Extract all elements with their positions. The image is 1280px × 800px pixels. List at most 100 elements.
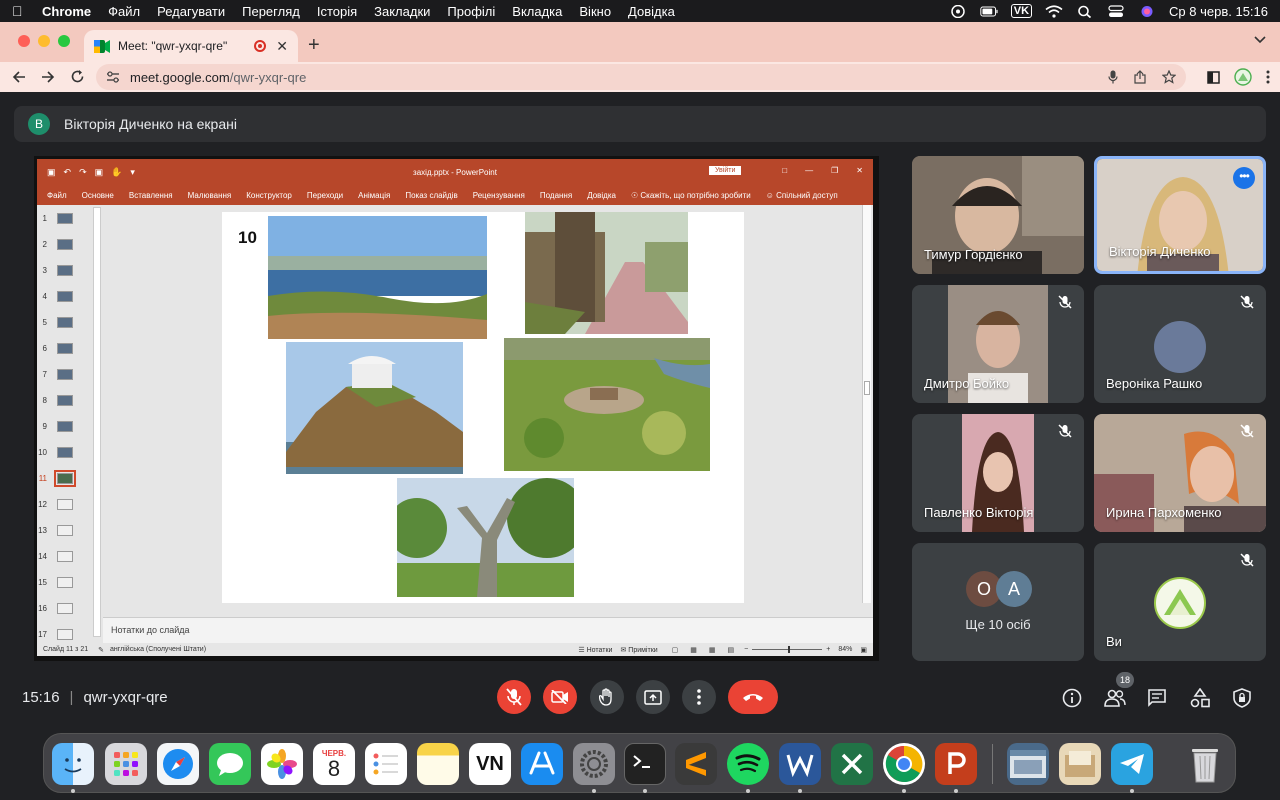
menu-history[interactable]: Історія <box>317 4 357 19</box>
notification-status-icon[interactable] <box>949 4 967 18</box>
slide-thumbnail[interactable]: 16 <box>37 595 93 621</box>
normal-view-icon[interactable]: ▢ <box>672 646 679 654</box>
word-icon[interactable] <box>779 743 821 785</box>
spell-check-icon[interactable]: ✎ <box>98 646 104 654</box>
tab-close-icon[interactable]: ✕ <box>276 38 288 55</box>
slide-photo-rotunda[interactable] <box>286 342 463 474</box>
vn-editor-icon[interactable]: VN <box>469 743 511 785</box>
slide-photo-river[interactable] <box>268 216 487 339</box>
ppt-close-icon[interactable]: ✕ <box>856 166 863 175</box>
slide-scrollbar[interactable] <box>862 205 871 603</box>
current-slide[interactable]: 10 <box>222 212 744 603</box>
calendar-icon[interactable]: ЧЕРВ. 8 <box>313 743 355 785</box>
slide-thumbnail[interactable]: 9 <box>37 413 93 439</box>
more-options-button[interactable] <box>682 680 716 714</box>
trash-icon[interactable] <box>1184 743 1226 785</box>
participant-tile-2[interactable]: ••• Вікторія Диченко <box>1094 156 1266 274</box>
window-minimize-button[interactable] <box>38 35 50 47</box>
leave-call-button[interactable] <box>728 680 778 714</box>
sublime-text-icon[interactable] <box>675 743 717 785</box>
spotify-icon[interactable] <box>727 743 769 785</box>
notes-app-icon[interactable] <box>417 743 459 785</box>
menu-file[interactable]: Файл <box>108 4 140 19</box>
zoom-in-icon[interactable]: + <box>826 646 830 653</box>
status-comments-button[interactable]: ✉ Примітки <box>620 646 657 654</box>
chrome-icon[interactable] <box>883 743 925 785</box>
reload-icon[interactable] <box>70 69 85 84</box>
slide-sorter-view-icon[interactable]: ▦ <box>690 646 697 654</box>
slide-thumbnail[interactable]: 6 <box>37 335 93 361</box>
control-center-icon[interactable] <box>1107 4 1125 18</box>
vk-status-icon[interactable]: VK <box>1010 4 1033 18</box>
telegram-icon[interactable] <box>1111 743 1153 785</box>
finder-icon[interactable] <box>52 743 94 785</box>
activities-button[interactable] <box>1188 686 1212 710</box>
zoom-slider[interactable] <box>752 646 823 653</box>
menu-help[interactable]: Довідка <box>628 4 675 19</box>
ppt-minimize-icon[interactable]: — <box>805 166 813 175</box>
ppt-tab-help[interactable]: Довідка <box>587 191 616 200</box>
siri-icon[interactable] <box>1138 5 1156 18</box>
menu-profiles[interactable]: Профілі <box>447 4 495 19</box>
participant-tile-others[interactable]: О А Ще 10 осіб <box>912 543 1084 661</box>
slide-thumbnail[interactable]: 2 <box>37 231 93 257</box>
system-preferences-icon[interactable] <box>573 743 615 785</box>
participant-tile-self[interactable]: Ви <box>1094 543 1266 661</box>
participant-tile-3[interactable]: Дмитро Бойко <box>912 285 1084 403</box>
recent-window-1-icon[interactable] <box>1007 743 1049 785</box>
menu-edit[interactable]: Редагувати <box>157 4 225 19</box>
slide-thumbnail[interactable]: 5 <box>37 309 93 335</box>
app-store-icon[interactable] <box>521 743 563 785</box>
fit-slide-icon[interactable]: ▣ <box>860 646 867 654</box>
photos-icon[interactable] <box>261 743 303 785</box>
chrome-menu-icon[interactable] <box>1266 70 1270 84</box>
toggle-microphone-button[interactable] <box>497 680 531 714</box>
present-screen-button[interactable] <box>636 680 670 714</box>
zoom-out-icon[interactable]: − <box>744 646 748 653</box>
window-zoom-button[interactable] <box>58 35 70 47</box>
menubar-clock[interactable]: Ср 8 черв. 15:16 <box>1169 4 1268 19</box>
wifi-icon[interactable] <box>1045 4 1063 18</box>
slide-thumbnail[interactable]: 3 <box>37 257 93 283</box>
slide-thumbnail[interactable]: 7 <box>37 361 93 387</box>
thumbnails-scrollbar[interactable] <box>93 207 101 637</box>
slideshow-view-icon[interactable]: ▤ <box>728 646 735 654</box>
ppt-tab-draw[interactable]: Малювання <box>188 191 232 200</box>
ppt-tell-me-search[interactable]: ☉ Скажіть, що потрібно зробити <box>631 191 751 200</box>
slide-scroll-thumb[interactable] <box>864 381 870 395</box>
slide-photo-old-tree[interactable] <box>397 478 574 597</box>
window-close-button[interactable] <box>18 35 30 47</box>
launchpad-icon[interactable] <box>105 743 147 785</box>
show-everyone-button[interactable] <box>1103 686 1127 710</box>
slide-notes-pane[interactable]: Нотатки до слайда <box>103 617 873 643</box>
ppt-tab-file[interactable]: Файл <box>47 191 67 200</box>
downloads-stack-icon[interactable] <box>1059 743 1101 785</box>
slide-photo-aerial-park[interactable] <box>504 338 710 471</box>
spotlight-search-icon[interactable] <box>1076 5 1094 18</box>
microphone-in-use-icon[interactable] <box>1108 70 1118 84</box>
menu-tab[interactable]: Вкладка <box>512 4 562 19</box>
reminders-icon[interactable] <box>365 743 407 785</box>
toggle-camera-button[interactable] <box>543 680 577 714</box>
participant-tile-4[interactable]: Вероніка Рашко <box>1094 285 1266 403</box>
chat-button[interactable] <box>1145 686 1169 710</box>
powerpoint-icon[interactable] <box>935 743 977 785</box>
reading-view-icon[interactable]: ▦ <box>709 646 716 654</box>
meeting-details-button[interactable] <box>1060 686 1084 710</box>
ppt-tab-transitions[interactable]: Переходи <box>307 191 343 200</box>
ppt-share-button[interactable]: ☺ Спільний доступ <box>766 191 838 200</box>
participant-more-options-button[interactable]: ••• <box>1233 167 1255 189</box>
ppt-restore-icon[interactable]: ❐ <box>831 166 838 175</box>
participant-tile-1[interactable]: Тимур Гордієнко <box>912 156 1084 274</box>
ppt-ribbon-display-icon[interactable]: □ <box>782 166 787 175</box>
ppt-tab-slideshow[interactable]: Показ слайдів <box>405 191 457 200</box>
back-arrow-icon[interactable] <box>12 70 26 84</box>
ppt-tab-design[interactable]: Конструктор <box>246 191 292 200</box>
ppt-login-button[interactable]: Увійти <box>709 166 742 175</box>
new-tab-button[interactable]: + <box>308 34 320 57</box>
status-notes-button[interactable]: ☰ Нотатки <box>578 646 612 654</box>
forward-arrow-icon[interactable] <box>41 70 55 84</box>
battery-icon[interactable] <box>980 5 998 18</box>
participant-tile-6[interactable]: Ирина Пархоменко <box>1094 414 1266 532</box>
excel-icon[interactable] <box>831 743 873 785</box>
